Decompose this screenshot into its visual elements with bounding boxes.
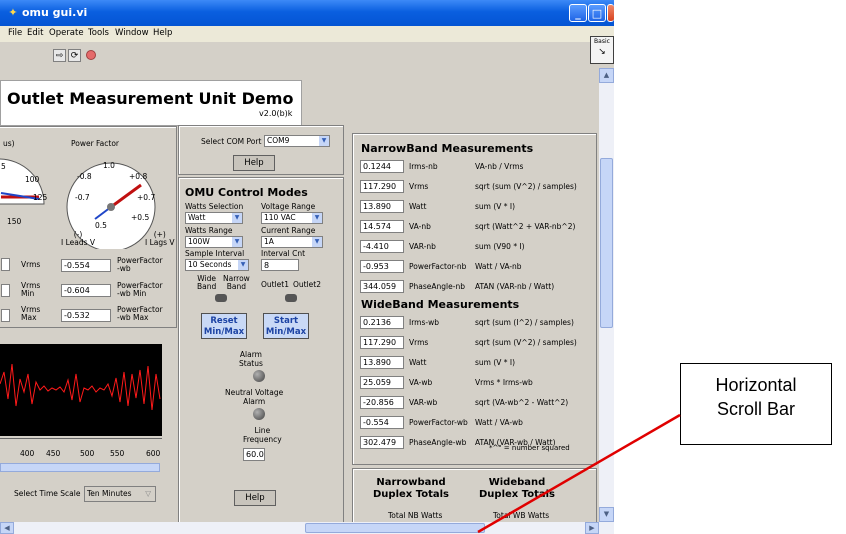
annotation-arrow [477, 413, 681, 534]
